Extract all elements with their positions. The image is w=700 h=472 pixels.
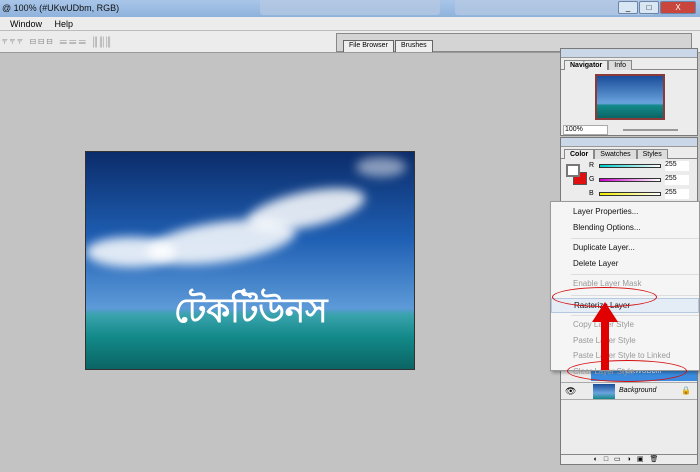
layer-row-background[interactable]: 👁 Background 🔒: [561, 382, 697, 400]
menu-bar: Window Help: [0, 17, 700, 31]
eye-icon[interactable]: 👁: [565, 386, 576, 397]
window-controls: _ □ X: [618, 1, 696, 14]
canvas-text: টেকটিউনস: [174, 291, 328, 331]
blue-slider[interactable]: [599, 192, 661, 196]
red-value[interactable]: 255: [665, 161, 689, 171]
tab-styles[interactable]: Styles: [636, 149, 668, 159]
zoom-field[interactable]: 100%: [563, 125, 608, 135]
tab-info[interactable]: Info: [608, 60, 632, 70]
color-panel: Color Swatches Styles R 255 G 255 B 255: [560, 137, 698, 203]
highlight-oval: [567, 360, 687, 382]
tab-brushes[interactable]: Brushes: [395, 40, 433, 52]
window-title: @ 100% (#UKwUDbm, RGB): [2, 3, 120, 13]
zoom-slider[interactable]: [623, 129, 678, 131]
menu-delete-layer[interactable]: Delete Layer: [551, 257, 699, 273]
green-slider[interactable]: [599, 178, 661, 182]
maximize-button[interactable]: □: [639, 1, 659, 14]
menu-layer-properties[interactable]: Layer Properties...: [551, 205, 699, 221]
red-slider[interactable]: [599, 164, 661, 168]
tab-file-browser[interactable]: File Browser: [343, 40, 394, 52]
tab-color[interactable]: Color: [564, 149, 595, 159]
minimize-button[interactable]: _: [618, 1, 638, 14]
menu-blending-options[interactable]: Blending Options...: [551, 221, 699, 237]
menu-paste-layer-style: Paste Layer Style: [573, 335, 636, 345]
navigator-thumbnail[interactable]: [595, 74, 665, 120]
tab-swatches[interactable]: Swatches: [594, 149, 637, 159]
channel-r-label: R: [589, 162, 595, 169]
foreground-color-swatch[interactable]: [566, 164, 580, 177]
channel-b-label: B: [589, 190, 594, 197]
red-arrow-icon: [592, 302, 618, 370]
taskbar-tab[interactable]: [260, 0, 440, 15]
green-value[interactable]: 255: [665, 175, 689, 185]
layer-context-menu: Layer Properties... Blending Options... …: [550, 201, 700, 376]
layers-toolbar[interactable]: ◐□▭◑▣🗑: [561, 454, 697, 464]
document-canvas[interactable]: টেকটিউনস: [85, 151, 415, 370]
layer-name: Background: [619, 387, 657, 394]
blue-value[interactable]: 255: [665, 189, 689, 199]
menu-copy-layer-style: Copy Layer Style: [573, 320, 634, 329]
tab-navigator[interactable]: Navigator: [564, 60, 609, 70]
channel-g-label: G: [589, 176, 595, 183]
close-button[interactable]: X: [660, 1, 696, 14]
menu-duplicate-layer[interactable]: Duplicate Layer...: [551, 241, 699, 257]
menu-help[interactable]: Help: [55, 19, 74, 29]
navigator-panel: Navigator Info 100%: [560, 48, 698, 136]
layer-thumbnail: [593, 384, 615, 399]
menu-window[interactable]: Window: [10, 19, 42, 29]
align-icons[interactable]: ⫧⫧⫧ ⊟⊟⊟ ☰☰☰ ⫼⫼⫼: [2, 36, 113, 47]
lock-icon: 🔒: [681, 386, 691, 395]
